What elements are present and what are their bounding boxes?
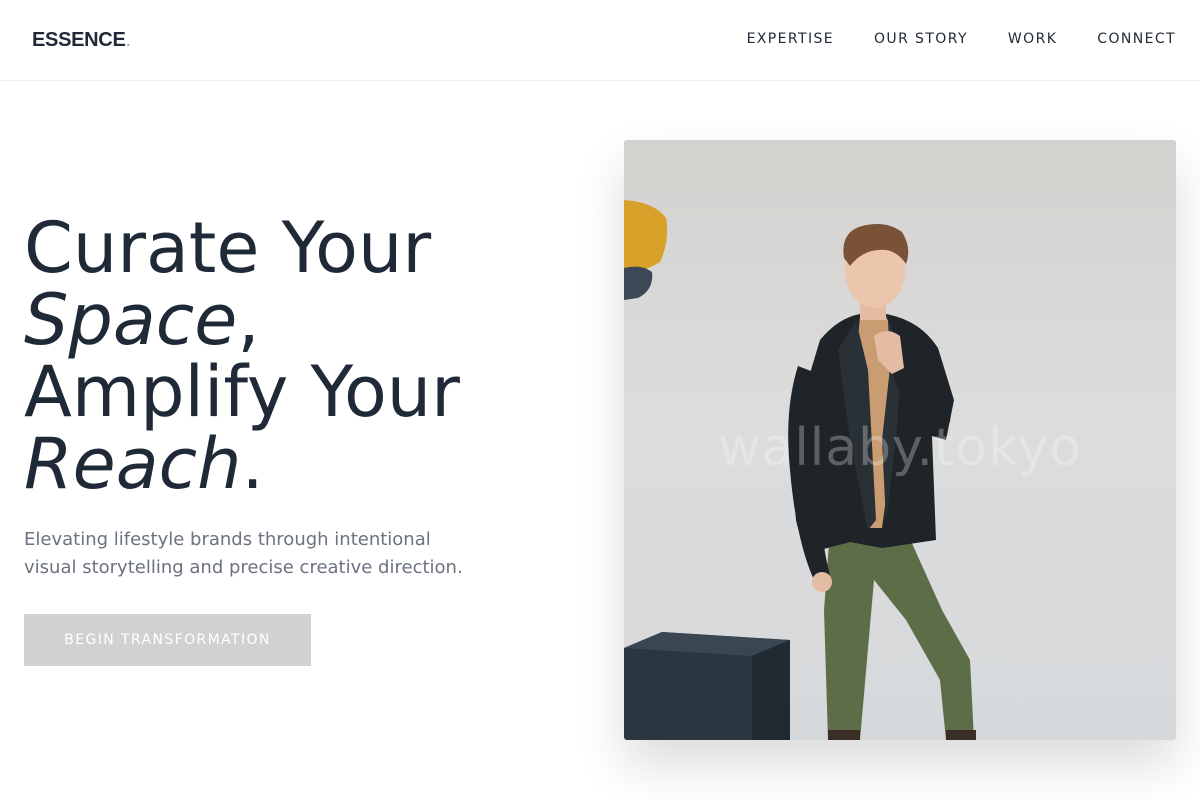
nav-item-work[interactable]: WORK: [1008, 30, 1057, 48]
hero-image: wallaby.tokyo: [624, 140, 1176, 740]
image-watermark: wallaby.tokyo: [717, 418, 1083, 478]
brand-logo[interactable]: ESSENCE.: [32, 29, 131, 51]
hero-title-emphasis-space: Space: [24, 279, 238, 361]
nav-item-connect[interactable]: CONNECT: [1097, 30, 1176, 48]
brand-name: ESSENCE: [32, 29, 126, 51]
hero-title-period: .: [241, 423, 264, 505]
hero-title-emphasis-reach: Reach: [24, 423, 242, 505]
nav-item-our-story[interactable]: OUR STORY: [874, 30, 968, 48]
hero-title-line-1: Curate Your: [24, 207, 432, 289]
brand-dot: .: [125, 29, 132, 51]
hero-title-line-2: Space,: [24, 284, 460, 356]
site-header: ESSENCE. EXPERTISE OUR STORY WORK CONNEC…: [0, 0, 1200, 81]
hero-subtitle: Elevating lifestyle brands through inten…: [24, 529, 463, 578]
hero-title-line-3: Amplify Your: [24, 351, 460, 433]
hero-title-comma: ,: [237, 279, 260, 361]
begin-transformation-button[interactable]: BEGIN TRANSFORMATION: [24, 614, 311, 666]
main-nav: EXPERTISE OUR STORY WORK CONNECT: [747, 30, 1176, 48]
hero-title: Curate Your Space, Amplify Your Reach.: [24, 212, 460, 500]
nav-item-expertise[interactable]: EXPERTISE: [747, 30, 834, 48]
hero-title-line-4: Reach.: [24, 428, 460, 500]
